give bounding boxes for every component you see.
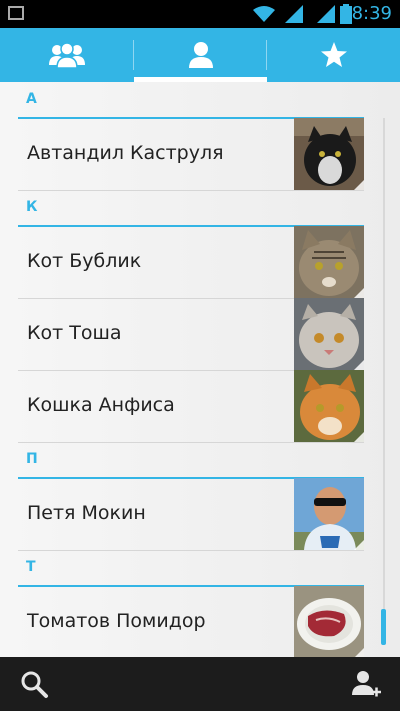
section-letter: Т [26,559,36,575]
signal-icon-2 [317,5,335,23]
list-item[interactable]: Петя Мокин [18,478,364,551]
contact-name: Кошка Анфиса [27,394,175,416]
signal-icon [285,5,303,23]
list-item[interactable]: Кот Бублик [18,226,364,299]
search-button[interactable] [4,657,64,711]
contact-photo[interactable] [294,478,364,550]
tab-contacts[interactable] [134,28,267,82]
contact-name: Петя Мокин [27,502,146,524]
person-icon [188,42,213,68]
scrollbar-thumb[interactable] [381,609,386,645]
contact-name: Кот Бублик [27,250,142,272]
section-letter: К [26,199,38,215]
groups-icon [48,42,85,69]
list-item[interactable]: Автандил Каструля [18,118,364,191]
tab-favorites[interactable] [267,28,400,82]
tab-bar [0,28,400,82]
contact-photo[interactable] [294,226,364,298]
section-header: Т [18,550,364,587]
wifi-icon [253,6,275,22]
status-time: 8:39 [351,3,392,24]
scrollbar-track [383,118,385,628]
list-item[interactable]: Кошка Анфиса [18,370,364,443]
list-item[interactable]: Томатов Помидор [18,586,364,657]
battery-icon [340,4,352,24]
search-icon [21,671,48,698]
image-notification-icon [8,6,24,20]
section-header: К [18,190,364,227]
section-header: П [18,442,364,479]
contact-name: Томатов Помидор [27,610,206,632]
section-header: А [18,82,364,119]
add-contact-button[interactable] [336,657,396,711]
list-item[interactable]: Кот Тоша [18,298,364,371]
contact-name: Кот Тоша [27,322,122,344]
tab-groups[interactable] [0,28,133,82]
contact-photo[interactable] [294,370,364,442]
contact-photo[interactable] [294,118,364,190]
section-letter: А [26,91,37,107]
star-icon [320,42,347,67]
contact-list[interactable]: А Автандил Каструля К Кот Бублик Кот Тош… [0,82,400,657]
add-contact-icon [352,671,381,697]
contact-photo[interactable] [294,298,364,370]
contact-name: Автандил Каструля [27,142,224,164]
bottom-action-bar [0,657,400,711]
status-bar: 8:39 [0,0,400,28]
contact-photo[interactable] [294,586,364,657]
section-letter: П [26,451,38,467]
